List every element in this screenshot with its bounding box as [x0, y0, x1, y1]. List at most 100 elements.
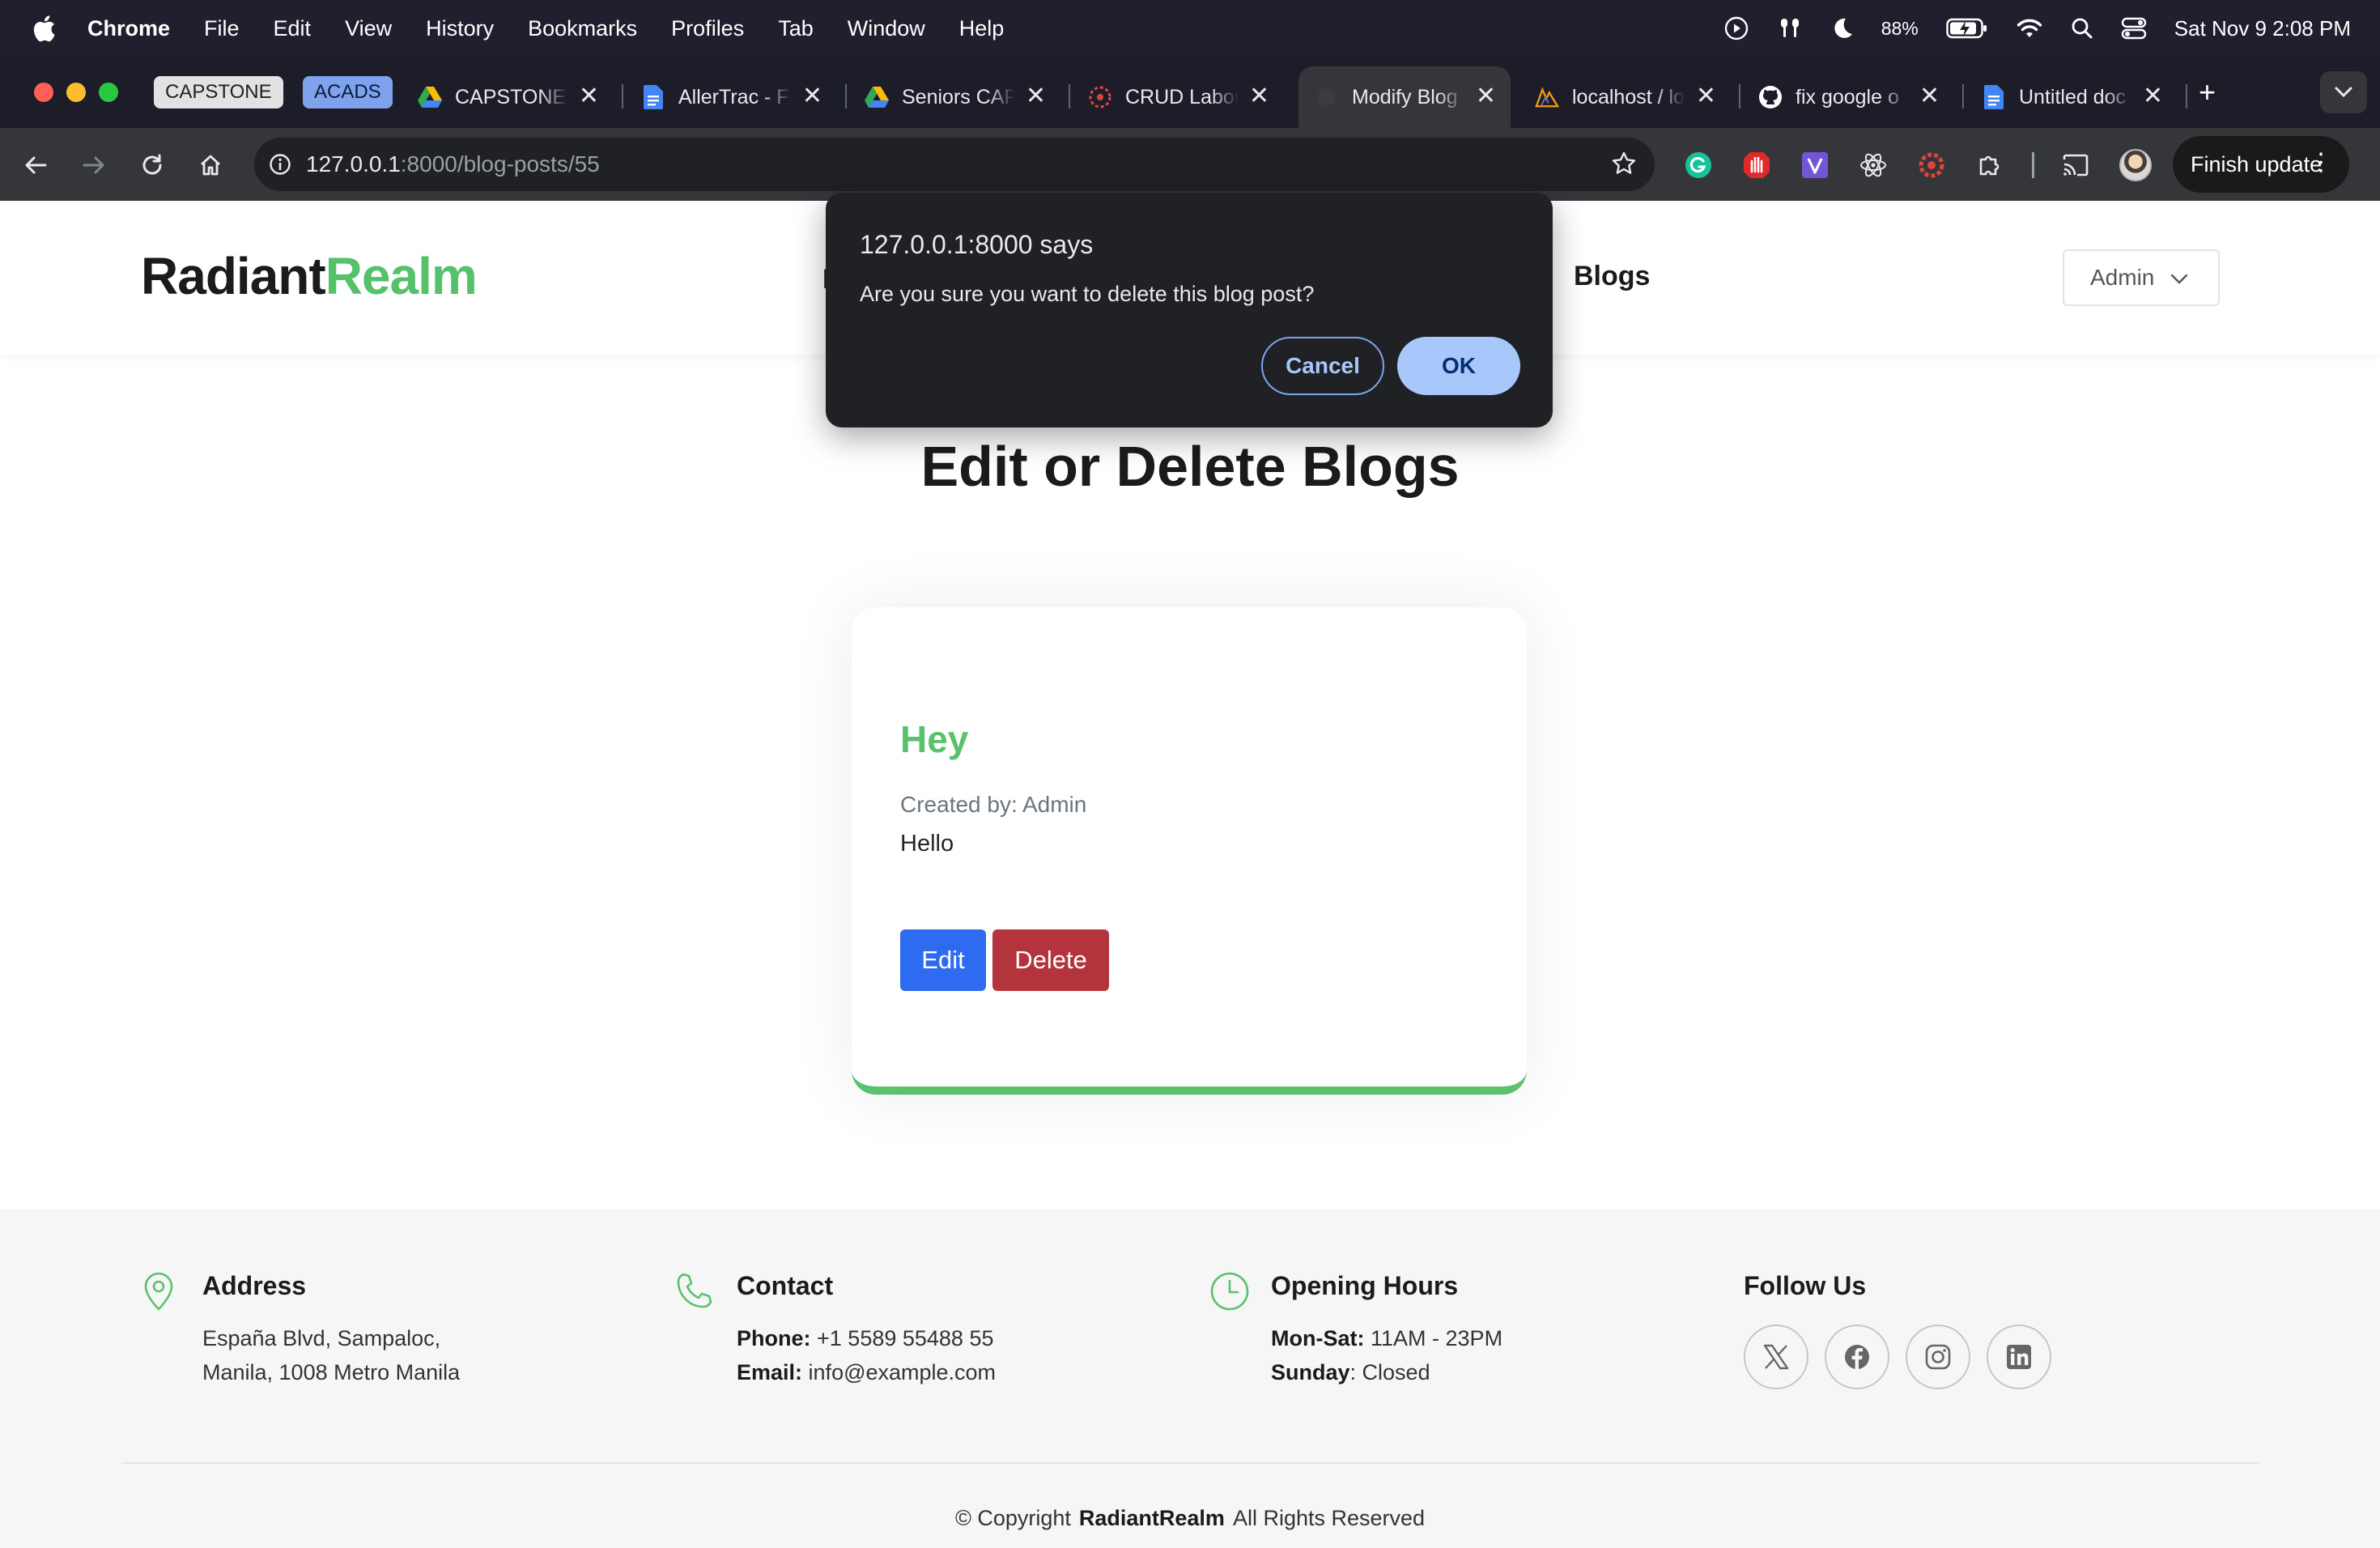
contact-email: Email: info@example.com [737, 1360, 997, 1384]
extensions-puzzle-icon[interactable] [1975, 151, 2004, 180]
tab-seniors-cap[interactable]: Seniors CAP ✕ [848, 66, 1060, 128]
tab-crud-labor[interactable]: CRUD Labor ✕ [1072, 66, 1284, 128]
spotlight-search-icon[interactable] [2071, 17, 2093, 40]
window-zoom-button[interactable] [99, 83, 118, 102]
x-icon[interactable] [1744, 1325, 1808, 1389]
adblock-hand-icon[interactable] [1742, 151, 1771, 180]
address-bar[interactable]: 127.0.0.1:8000/blog-posts/55 [254, 138, 1655, 191]
menubar-clock[interactable]: Sat Nov 9 2:08 PM [2174, 16, 2351, 41]
macos-menu-bar: Chrome File Edit View History Bookmarks … [0, 0, 2380, 57]
menu-bookmarks[interactable]: Bookmarks [528, 16, 637, 41]
page-icon [1315, 85, 1339, 109]
tab-close-icon[interactable]: ✕ [1026, 84, 1046, 108]
dialog-cancel-button[interactable]: Cancel [1261, 337, 1384, 395]
menu-window[interactable]: Window [848, 16, 925, 41]
tab-phpmyadmin[interactable]: localhost / lo ✕ [1519, 66, 1731, 128]
menu-view[interactable]: View [345, 16, 392, 41]
tab-group-capstone[interactable]: CAPSTONE [154, 76, 283, 108]
tab-separator [1962, 84, 1964, 108]
menu-history[interactable]: History [426, 16, 494, 41]
tab-close-icon[interactable]: ✕ [1696, 84, 1716, 108]
finish-update-button[interactable]: Finish update ⋮ [2173, 136, 2349, 193]
tab-close-icon[interactable]: ✕ [1249, 84, 1269, 108]
edit-button[interactable]: Edit [900, 929, 986, 991]
address-line-1: España Blvd, Sampaloc, [202, 1326, 441, 1350]
hours-weekday: Mon-Sat: 11AM - 23PM [1271, 1326, 1503, 1350]
toolbar-separator [2032, 152, 2034, 178]
tab-github[interactable]: fix google o ✕ [1742, 66, 1954, 128]
dialog-message: Are you sure you want to delete this blo… [860, 282, 1315, 306]
admin-dropdown-label: Admin [2090, 265, 2155, 290]
menu-app-chrome[interactable]: Chrome [87, 16, 170, 41]
forward-arrow-icon[interactable] [78, 149, 110, 181]
tab-group-acads[interactable]: ACADS [303, 76, 393, 108]
menu-edit[interactable]: Edit [274, 16, 312, 41]
window-minimize-button[interactable] [66, 83, 86, 102]
home-icon[interactable] [194, 149, 227, 181]
delete-button[interactable]: Delete [992, 929, 1109, 991]
footer-contact-heading: Contact [737, 1271, 834, 1300]
footer-follow-heading: Follow Us [1744, 1271, 1867, 1300]
tab-capstone-drive[interactable]: CAPSTONE ✕ [402, 66, 614, 128]
status-area: 88% Sat Nov 9 2:08 PM [1724, 0, 2380, 57]
blog-post-title: Hey [900, 718, 969, 760]
address-url[interactable]: 127.0.0.1:8000/blog-posts/55 [306, 151, 600, 177]
apple-icon[interactable] [0, 15, 87, 42]
do-not-disturb-moon-icon[interactable] [1831, 16, 1854, 40]
browser-toolbar: 127.0.0.1:8000/blog-posts/55 Finish upda… [0, 128, 2380, 201]
battery-charging-icon[interactable] [1946, 18, 1988, 39]
extension-red-gear-icon[interactable] [1917, 151, 1946, 180]
media-play-icon[interactable] [1724, 16, 1749, 40]
map-pin-icon [141, 1271, 176, 1316]
more-vert-icon[interactable]: ⋮ [2309, 151, 2333, 175]
tab-close-icon[interactable]: ✕ [579, 84, 599, 108]
reload-icon[interactable] [136, 149, 168, 181]
address-line-2: Manila, 1008 Metro Manila [202, 1360, 461, 1384]
tab-close-icon[interactable]: ✕ [2143, 84, 2163, 108]
window-close-button[interactable] [34, 83, 53, 102]
contact-phone: Phone: +1 5589 55488 55 [737, 1326, 994, 1350]
grammarly-icon[interactable] [1684, 151, 1713, 180]
tab-close-icon[interactable]: ✕ [802, 84, 822, 108]
new-tab-plus-icon[interactable]: + [2199, 76, 2216, 108]
nav-link-blogs[interactable]: Blogs [1574, 261, 1650, 292]
tab-untitled-doc[interactable]: Untitled doc ✕ [1966, 66, 2178, 128]
menu-help[interactable]: Help [959, 16, 1005, 41]
admin-dropdown-button[interactable]: Admin [2063, 249, 2220, 306]
tab-separator [845, 84, 847, 108]
finish-update-label: Finish update [2191, 151, 2323, 176]
control-center-icon[interactable] [2121, 17, 2147, 40]
airpods-icon[interactable] [1776, 16, 1804, 40]
tab-close-icon[interactable]: ✕ [1476, 84, 1496, 108]
tab-separator [1069, 84, 1070, 108]
menu-profiles[interactable]: Profiles [671, 16, 744, 41]
instagram-icon[interactable] [1906, 1325, 1970, 1389]
tab-allertrac[interactable]: AllerTrac - F ✕ [625, 66, 837, 128]
tab-close-icon[interactable]: ✕ [1919, 84, 1940, 108]
tab-separator [1739, 84, 1740, 108]
battery-percentage: 88% [1881, 17, 1919, 39]
cast-icon[interactable] [2061, 151, 2090, 180]
bookmark-star-icon[interactable] [1611, 151, 1637, 181]
site-logo[interactable]: RadiantRealm [141, 246, 478, 306]
crud-site-icon [1088, 85, 1112, 109]
react-devtools-icon[interactable] [1859, 151, 1888, 180]
vue-devtools-icon[interactable] [1800, 151, 1830, 180]
facebook-icon[interactable] [1825, 1325, 1889, 1389]
menu-tab[interactable]: Tab [778, 16, 814, 41]
logo-text-main: Radiant [141, 247, 326, 305]
footer-divider [121, 1462, 2259, 1464]
linkedin-icon[interactable] [1987, 1325, 2051, 1389]
back-arrow-icon[interactable] [19, 149, 52, 181]
profile-avatar[interactable] [2119, 149, 2152, 181]
dialog-ok-button[interactable]: OK [1397, 337, 1520, 395]
tab-modify-blog[interactable]: Modify Blog ✕ [1298, 66, 1511, 128]
url-path: :8000/blog-posts/55 [400, 151, 600, 176]
site-info-icon[interactable] [254, 153, 306, 176]
google-docs-icon [641, 85, 665, 109]
phpmyadmin-icon [1535, 85, 1559, 109]
menu-file[interactable]: File [204, 16, 240, 41]
wifi-icon[interactable] [2016, 17, 2043, 40]
tab-search-chevron-down-icon[interactable] [2320, 71, 2367, 113]
google-docs-icon [1982, 85, 2006, 109]
